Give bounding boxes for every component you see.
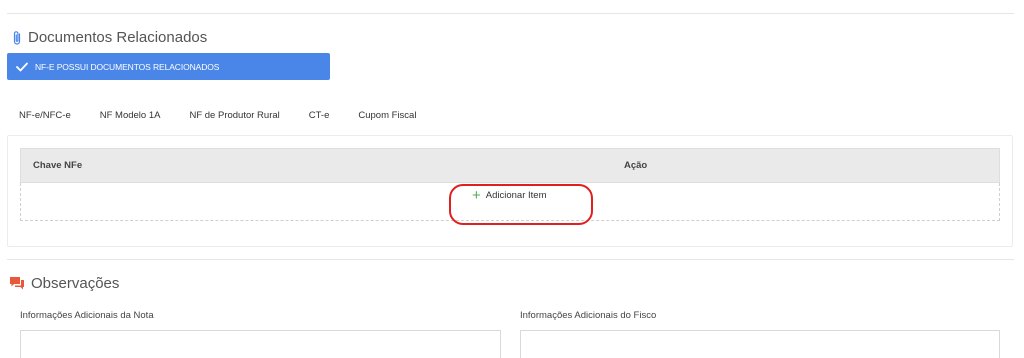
toggle-label: NF-E POSSUI DOCUMENTOS RELACIONADOS bbox=[35, 61, 220, 72]
observacoes-section-title: Observações bbox=[9, 275, 119, 292]
tab-nf-modelo-1a[interactable]: NF Modelo 1A bbox=[100, 110, 161, 121]
document-type-tabs: NF-e/NFC-e NF Modelo 1A NF de Produtor R… bbox=[19, 110, 416, 121]
column-header-chave-nfe: Chave NFe bbox=[33, 160, 83, 171]
plus-icon: + bbox=[472, 187, 481, 204]
info-adicionais-fisco-input[interactable] bbox=[520, 330, 1000, 358]
observacoes-title: Observações bbox=[31, 275, 120, 292]
info-adicionais-nota-label: Informações Adicionais da Nota bbox=[20, 310, 154, 321]
tab-nf-produtor-rural[interactable]: NF de Produtor Rural bbox=[189, 110, 279, 121]
add-item-button[interactable]: + Adicionar Item bbox=[472, 188, 547, 203]
table-header: Chave NFe Ação bbox=[20, 148, 1000, 183]
info-adicionais-nota-input[interactable] bbox=[20, 330, 501, 358]
chave-nfe-table: Chave NFe Ação + Adicionar Item bbox=[20, 148, 1000, 221]
info-adicionais-fisco-label: Informações Adicionais do Fisco bbox=[520, 310, 657, 321]
paperclip-icon bbox=[12, 30, 22, 46]
documentos-section-title: Documentos Relacionados bbox=[12, 29, 207, 46]
tab-cte[interactable]: CT-e bbox=[309, 110, 330, 121]
documentos-relacionados-toggle[interactable]: NF-E POSSUI DOCUMENTOS RELACIONADOS bbox=[7, 53, 330, 80]
chat-bubbles-icon bbox=[9, 276, 25, 291]
check-icon bbox=[16, 62, 28, 72]
tab-cupom-fiscal[interactable]: Cupom Fiscal bbox=[358, 110, 416, 121]
top-divider bbox=[7, 13, 1014, 14]
section-divider bbox=[7, 259, 1014, 260]
add-item-label: Adicionar Item bbox=[485, 190, 547, 201]
documentos-title: Documentos Relacionados bbox=[28, 29, 208, 46]
add-item-row: + Adicionar Item bbox=[20, 183, 1000, 221]
column-header-acao: Ação bbox=[624, 160, 648, 171]
tab-nfe-nfce[interactable]: NF-e/NFC-e bbox=[19, 110, 71, 121]
